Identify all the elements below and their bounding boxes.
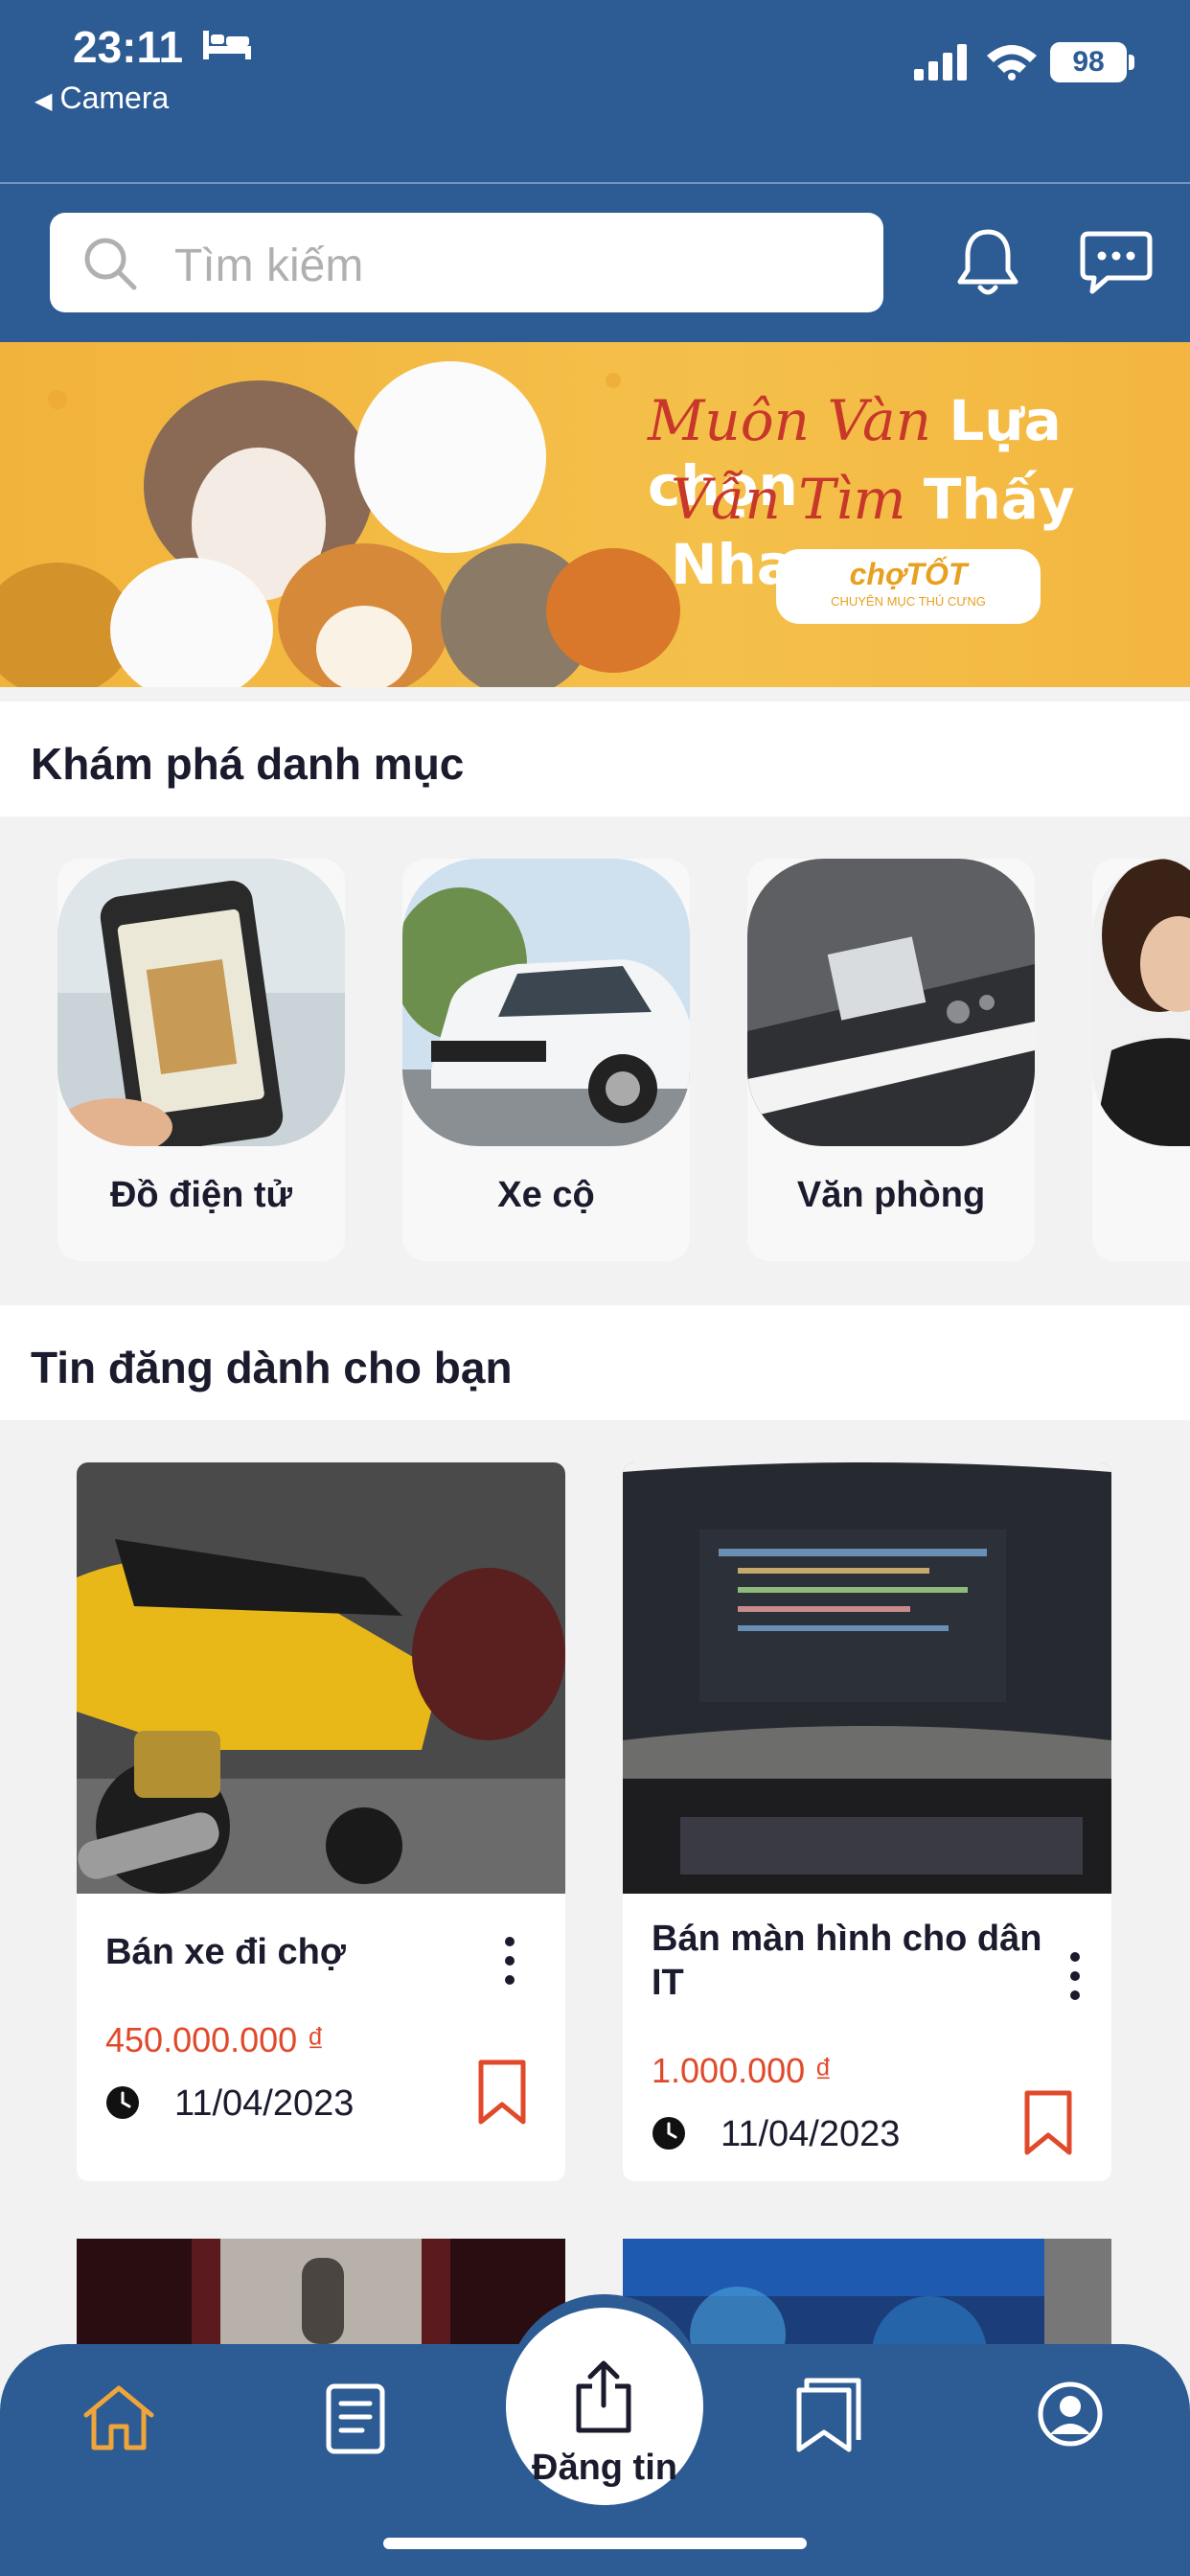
chat-message-icon[interactable]: [1079, 228, 1154, 297]
printer-photo-icon: [747, 859, 1035, 1146]
sleep-mode-icon: [203, 31, 251, 59]
share-upload-icon[interactable]: [571, 2359, 636, 2434]
promo-banner[interactable]: Muôn Vàn Lựa chọn Vẫn Tìm Thấy Nhau chợT…: [0, 342, 1190, 687]
listing-card[interactable]: Bán màn hình cho dân IT 1.000.000 ₫ 11/0…: [623, 1462, 1111, 2181]
notification-bell-icon[interactable]: [954, 226, 1021, 299]
category-item-vehicles[interactable]: Xe cộ: [402, 859, 690, 1261]
app-header: 23:11 ◀ Camera 98 Tìm kiếm: [0, 0, 1190, 342]
categories-title: Khám phá danh mục: [31, 739, 465, 789]
category-item-office[interactable]: Văn phòng: [747, 859, 1035, 1261]
listing-price: 450.000.000 ₫: [105, 2020, 325, 2059]
category-label: D: [1092, 1175, 1190, 1216]
listing-title: Bán xe đi chợ: [105, 1932, 346, 1972]
car-photo-icon: [402, 859, 690, 1146]
bookmark-icon[interactable]: [1023, 2089, 1073, 2156]
banner-brand-badge: chợTỐT CHUYÊN MỤC THÚ CƯNG: [776, 549, 1041, 624]
listings-section-header: Tin đăng dành cho bạn: [0, 1305, 1190, 1420]
person-photo-icon: [1092, 859, 1190, 1146]
listing-card[interactable]: Bán xe đi chợ 450.000.000 ₫ 11/04/2023: [77, 1462, 565, 2181]
listing-date: 11/04/2023: [174, 2083, 355, 2124]
battery-nub: [1129, 55, 1134, 70]
banner-line2-script: Vẫn Tìm: [671, 467, 924, 532]
listing-price: 1.000.000 ₫: [652, 2051, 833, 2090]
more-options-icon[interactable]: [500, 1932, 519, 1990]
back-app-label: Camera: [59, 80, 170, 115]
banner-brand-sub: CHUYÊN MỤC THÚ CƯNG: [831, 594, 986, 609]
listings-title: Tin đăng dành cho bạn: [31, 1343, 513, 1392]
phone-photo-icon: [57, 859, 345, 1146]
categories-section-header: Khám phá danh mục: [0, 702, 1190, 816]
back-to-app-link[interactable]: ◀ Camera: [34, 80, 169, 116]
back-triangle-icon: ◀: [34, 88, 53, 114]
monitor-photo: [623, 1462, 1111, 1894]
category-label: Xe cộ: [497, 1175, 595, 1215]
pets-banner-image: [0, 361, 680, 687]
search-input[interactable]: Tìm kiếm: [50, 213, 883, 312]
search-placeholder: Tìm kiếm: [174, 241, 364, 291]
profile-icon[interactable]: [1037, 2380, 1104, 2448]
header-divider: [0, 182, 1190, 184]
document-icon[interactable]: [324, 2382, 387, 2455]
status-time: 23:11: [73, 22, 184, 72]
category-item-electronics[interactable]: Đồ điện tử: [57, 859, 345, 1261]
category-item-services[interactable]: D: [1092, 859, 1190, 1261]
home-indicator: [383, 2538, 807, 2549]
category-carousel[interactable]: Đồ điện tử Xe cộ Văn phòng: [0, 816, 1190, 1305]
more-options-icon[interactable]: [1065, 1947, 1085, 2005]
bookmark-icon[interactable]: [477, 2058, 527, 2126]
listing-date: 11/04/2023: [721, 2114, 901, 2154]
battery-indicator: 98: [1050, 42, 1127, 82]
motorbike-photo: [77, 1462, 565, 1894]
post-button-label: Đăng tin: [532, 2448, 677, 2488]
category-label: Đồ điện tử: [109, 1175, 293, 1215]
wifi-icon: [987, 45, 1037, 80]
banner-brand: chợTỐT: [849, 557, 968, 591]
saved-bookmarks-icon[interactable]: [793, 2375, 864, 2453]
banner-line1-script: Muôn Vàn: [648, 388, 950, 453]
listing-title: Bán màn hình cho dân IT: [652, 1919, 1042, 2003]
category-label: Văn phòng: [796, 1175, 986, 1215]
cellular-signal-icon: [914, 44, 967, 80]
home-icon[interactable]: [82, 2382, 155, 2451]
search-icon: [84, 238, 137, 290]
clock-icon: [106, 2086, 139, 2119]
clock-icon: [652, 2117, 685, 2150]
